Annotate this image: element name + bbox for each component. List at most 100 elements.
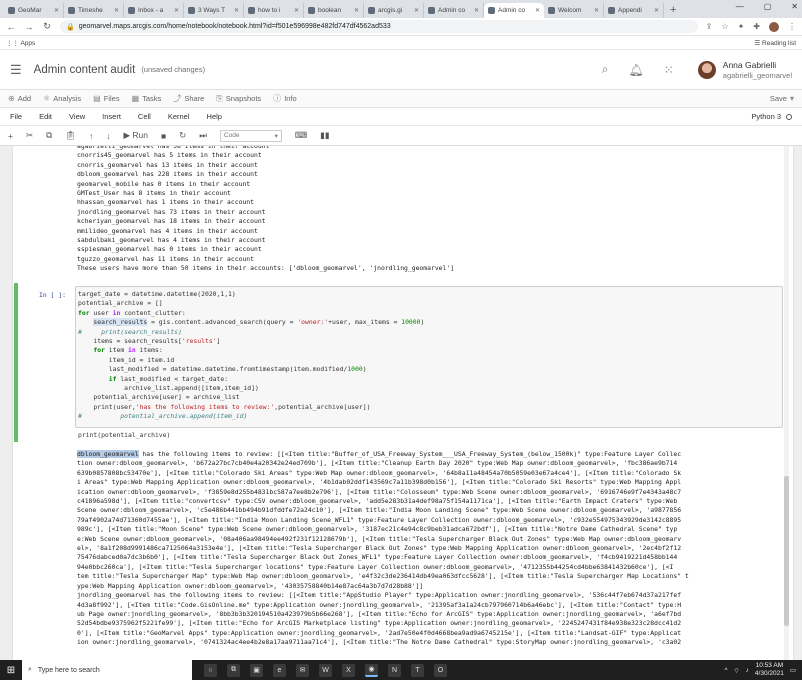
app-launcher-icon[interactable]: ⁙ [664, 63, 674, 77]
search-icon[interactable]: ⌕ [602, 62, 609, 77]
browser-tab-strip: GeoMar ✕ Timeshe ✕ Inbox - a ✕ 3 Ways T ✕ how to… [0, 0, 802, 18]
tab-close-icon[interactable]: ✕ [234, 7, 239, 14]
tab-label: Welcom [558, 7, 582, 14]
menu-insert[interactable]: Insert [102, 112, 121, 121]
file-explorer-icon[interactable]: ▣ [250, 663, 263, 677]
url-bar[interactable]: 🔒 geomarvel.maps.arcgis.com/home/noteboo… [60, 20, 698, 33]
clock[interactable]: 10:53 AM 4/30/2021 [755, 662, 784, 678]
extension-icon[interactable]: ✦ [738, 22, 745, 31]
volume-icon[interactable]: ♪ [746, 667, 749, 674]
menu-kernel[interactable]: Kernel [168, 112, 190, 121]
more-vert-icon[interactable]: ⋮ [788, 22, 796, 31]
browser-tab[interactable]: Welcom ✕ [544, 3, 604, 18]
move-down-icon[interactable]: ↓ [106, 131, 110, 141]
tab-close-icon[interactable]: ✕ [654, 7, 659, 14]
tasks-button[interactable]: ▦ Tasks [132, 94, 162, 103]
tab-label: Timeshe [78, 7, 103, 14]
minimize-icon[interactable]: — [736, 2, 744, 11]
tab-close-icon[interactable]: ✕ [535, 7, 540, 14]
add-button[interactable]: ⊕ Add [8, 94, 31, 103]
onenote-icon[interactable]: N [388, 663, 401, 677]
browser-tab[interactable]: GeoMar ✕ [4, 3, 64, 18]
analysis-button[interactable]: ⚛ Analysis [43, 94, 81, 103]
reload-icon[interactable]: ↻ [42, 21, 52, 32]
code-line: search_results = gis.content.advanced_se… [93, 318, 425, 327]
menu-file[interactable]: File [10, 112, 22, 121]
cortana-icon[interactable]: ○ [204, 663, 217, 677]
browser-tab[interactable]: Inbox - a ✕ [124, 3, 184, 18]
browser-tab[interactable]: 3 Ways T ✕ [184, 3, 244, 18]
share-icon[interactable]: ⇪ [706, 22, 713, 31]
notebook-scrollbar[interactable] [784, 146, 789, 660]
move-up-icon[interactable]: ↑ [89, 131, 93, 141]
save-button[interactable]: Save ▾ [770, 94, 794, 103]
code-cell-editor[interactable]: target_date = datetime.datetime(2020,1,1… [75, 286, 783, 439]
output-line: 4d3a8f992'], [<Item title:"Code.GisOnlin… [77, 600, 682, 609]
menu-cell[interactable]: Cell [138, 112, 151, 121]
excel-icon[interactable]: X [342, 663, 355, 677]
forward-icon[interactable]: → [24, 22, 34, 32]
menu-view[interactable]: View [69, 112, 85, 121]
browser-tab[interactable]: arcgis.gi ✕ [364, 3, 424, 18]
restart-icon[interactable]: ↻ [179, 130, 186, 141]
files-button[interactable]: ▤ Files [93, 94, 119, 103]
apps-bookmark[interactable]: ⋮⋮ Apps [6, 39, 35, 47]
taskbar-search-input[interactable]: ⌕ Type here to search [22, 660, 192, 680]
chart-icon[interactable]: ▮▮ [320, 130, 329, 141]
tab-close-icon[interactable]: ✕ [354, 7, 359, 14]
notebook-title[interactable]: Admin content audit [34, 64, 136, 76]
menu-help[interactable]: Help [207, 112, 222, 121]
user-menu[interactable]: Anna Gabrielli agabrielli_geomarvel [697, 60, 792, 80]
new-tab-icon[interactable]: + [664, 3, 682, 18]
network-icon[interactable]: ⌔ [734, 666, 740, 675]
tab-close-icon[interactable]: ✕ [594, 7, 599, 14]
insert-cell-icon[interactable]: + [8, 131, 13, 141]
fast-forward-icon[interactable]: ⏭ [199, 130, 207, 141]
mail-icon[interactable]: ✉ [296, 663, 309, 677]
run-button[interactable]: ▶︎ Run [123, 130, 148, 141]
tab-close-icon[interactable]: ✕ [54, 7, 59, 14]
tab-close-icon[interactable]: ✕ [414, 7, 419, 14]
scrollbar-thumb[interactable] [784, 476, 789, 626]
hamburger-menu-icon[interactable]: ☰ [10, 62, 22, 78]
browser-tab[interactable]: Appendi ✕ [604, 3, 664, 18]
teams-icon[interactable]: T [411, 663, 424, 677]
info-button[interactable]: ⓘ Info [273, 93, 297, 104]
tab-close-icon[interactable]: ✕ [114, 7, 119, 14]
copy-icon[interactable]: ⧉ [46, 130, 52, 141]
word-icon[interactable]: W [319, 663, 332, 677]
tab-close-icon[interactable]: ✕ [174, 7, 179, 14]
cell-type-select[interactable]: Code ▾ [219, 129, 282, 142]
share-button[interactable]: ⤴ Share [173, 93, 204, 104]
back-icon[interactable]: ← [6, 22, 16, 32]
browser-tab[interactable]: how to i ✕ [244, 3, 304, 18]
notification-bell-icon[interactable]: 🔔︎ [628, 63, 643, 77]
paste-icon[interactable]: 📋︎ [65, 130, 76, 141]
profile-avatar-icon[interactable] [769, 21, 779, 32]
keyboard-icon[interactable]: ⌨ [295, 130, 307, 141]
snapshots-button[interactable]: ⎘ Snapshots [216, 94, 261, 104]
menu-edit[interactable]: Edit [39, 112, 52, 121]
notifications-icon[interactable]: ▭ [790, 666, 796, 674]
windows-start-icon[interactable]: ⊞ [0, 665, 22, 676]
browser-tab[interactable]: Admin co ✕ [484, 3, 544, 18]
browser-tab[interactable]: boolean ✕ [304, 3, 364, 18]
stop-icon[interactable]: ■ [161, 131, 166, 141]
tray-chevron-icon[interactable]: ^ [724, 667, 727, 674]
star-icon[interactable]: ☆ [721, 22, 728, 31]
maximize-icon[interactable]: ▢ [764, 2, 772, 11]
code-line: print(user,'has the following items to r… [78, 402, 371, 411]
snapshot-icon: ⎘ [216, 93, 223, 103]
chrome-icon[interactable]: ◉ [365, 663, 378, 677]
task-view-icon[interactable]: ⧉ [227, 663, 240, 677]
browser-tab[interactable]: Admin co ✕ [424, 3, 484, 18]
tab-close-icon[interactable]: ✕ [474, 7, 479, 14]
outlook-icon[interactable]: O [434, 663, 447, 677]
puzzle-icon[interactable]: ✚ [753, 22, 760, 31]
edge-icon[interactable]: e [273, 663, 286, 677]
tab-close-icon[interactable]: ✕ [294, 7, 299, 14]
reading-list-button[interactable]: ☰ Reading list [754, 39, 796, 47]
close-window-icon[interactable]: ✕ [791, 2, 798, 11]
browser-tab[interactable]: Timeshe ✕ [64, 3, 124, 18]
cut-icon[interactable]: ✂ [26, 130, 33, 141]
